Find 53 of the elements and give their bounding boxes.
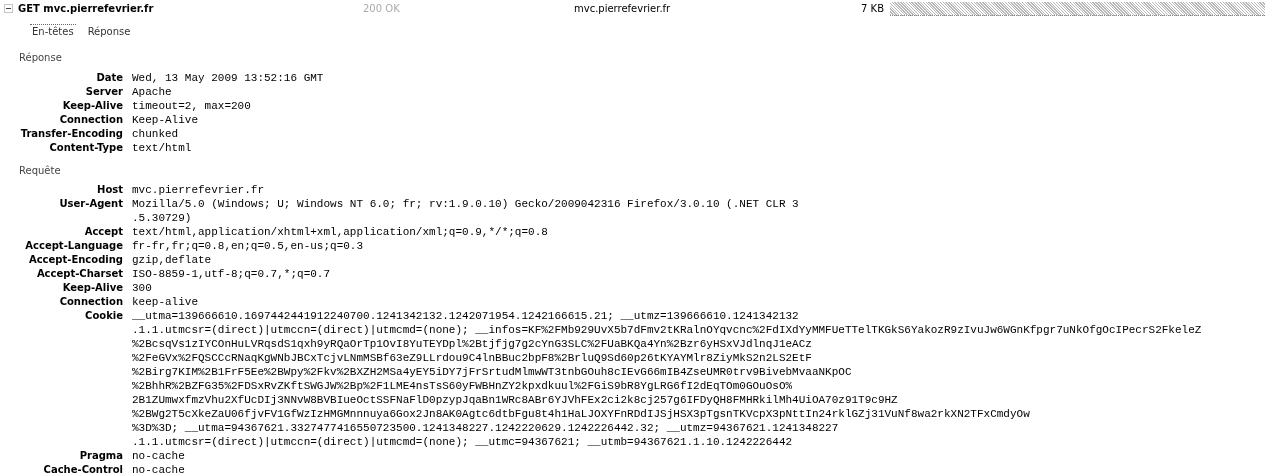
- header-name: Date: [95, 71, 123, 85]
- header-value: %2Birg7KIM%2B1FrF5Ee%2BWpy%2Fkv%2BXZH2MSa4yEY5iDY7jFrSrtudMlmwWT3tnbGOuh8cIEvG66mIB4ZseUMR0trv9BivebMvaaNKpOC: [132, 365, 853, 379]
- header-value: no-cache: [132, 463, 186, 475]
- header-name: Cache-Control: [42, 463, 123, 475]
- header-value: 2B1ZUmwxfmzVhu2XfUcDIj3NNvW8BVBIueOctSSFNaFlD0pzypJqaBn1WRc8ABr6YJVhFEx2ci2k8cj257g6IFDyQH8FMHRkilMh4UiOA70z91T9c9HZ: [132, 393, 899, 407]
- header-value: Apache: [132, 85, 173, 99]
- header-value: ISO-8859-1,utf-8;q=0.7,*;q=0.7: [132, 267, 332, 281]
- header-value: .5.30729): [132, 211, 193, 225]
- header-name: Connection: [58, 113, 123, 127]
- header-value: mvc.pierrefevrier.fr: [132, 183, 266, 197]
- header-name: Keep-Alive: [61, 281, 123, 295]
- header-value: text/html,application/xhtml+xml,application/xml;q=0.9,*/*;q=0.8: [132, 225, 549, 239]
- header-value: gzip,deflate: [132, 253, 213, 267]
- header-value: no-cache: [132, 449, 186, 463]
- header-name: Content-Type: [48, 141, 123, 155]
- header-value: __utma=139666610.1697442441912240700.1241342132.1242071954.1242166615.21; __utmz=139666610.1241342132: [132, 309, 800, 323]
- header-name: Server: [84, 85, 123, 99]
- header-value: .1.1.utmcsr=(direct)|utmccn=(direct)|utmcmd=(none); __utmc=94367621; __utmb=94367621.1.10.1242226442: [132, 435, 794, 449]
- header-value: %2BcsqVs1zIYCOnHuLVRqsdS1qxh9yRQaOrTp1OvI8YuTEYDpl%2Btjfjg7g2cYnG3SLC%2FUaBKQa4Yn%2Bzr6yHSxVJdlnqJ1eACz: [132, 337, 813, 351]
- section-title: Requête: [19, 164, 62, 178]
- header-value: Wed, 13 May 2009 13:52:16 GMT: [132, 71, 325, 85]
- request-url[interactable]: GET mvc.pierrefevrier.fr: [18, 3, 363, 14]
- header-value: Keep-Alive: [132, 113, 199, 127]
- size-text: 7 KB: [860, 3, 884, 14]
- header-value: %2FeGVx%2FQSCCcRNaqKgWNbJBCxTcjvLNmMSBf63eZ9LLrdou9C4lnBBuc2bpF8%2BrluQ9Sd60p26tKYAYMlr8ZiyMkS2n2LS2EtF: [132, 351, 813, 365]
- tab[interactable]: Réponse: [85, 24, 133, 40]
- toggle-icon[interactable]: [4, 4, 13, 13]
- header-value: 300: [132, 281, 153, 295]
- header-value: %3D%3D; __utma=94367621.3327477416550723500.1241348227.1242220629.1242226442.32; __utmz=94367621.1241348227: [132, 421, 840, 435]
- header-value: %2BWg2T5cXkeZaU06fjvFV1GfWzIzHMGMnnnuya6Gox2Jn8AK0Agtc6dtbFgu8t4h1HaLJOXYFnRDdIJSjHSX3pTgsnTKVcpX3pNttIn24rklGZj31VuNf8wa2rkXN2TFxCmdyOw: [132, 407, 1031, 421]
- header-name: User-Agent: [58, 197, 123, 211]
- domain-text: mvc.pierrefevrier.fr: [574, 3, 672, 14]
- header-value: %2BhhR%2BZFG35%2FDSxRvZKftSWGJW%2Bp%2F1LME4nsTsS60yFWBHnZY2kpxdkuul%2FGiS9bR8YgLRG6fI2dEqTOm0GOuOsO%: [132, 379, 794, 393]
- header-name: Keep-Alive: [61, 99, 123, 113]
- header-name: Accept-Language: [24, 239, 123, 253]
- section-title: Réponse: [19, 51, 63, 65]
- header-value: keep-alive: [132, 295, 199, 309]
- header-value: Mozilla/5.0 (Windows; U; Windows NT 6.0; fr; rv:1.9.0.10) Gecko/2009042316 Firefox/3.0.10 (.NET CLR 3: [132, 197, 800, 211]
- header-value: text/html: [132, 141, 193, 155]
- header-name: Accept: [83, 225, 123, 239]
- header-name: Pragma: [78, 449, 123, 463]
- header-value: timeout=2, max=200: [132, 99, 252, 113]
- header-value: chunked: [132, 127, 180, 141]
- tab[interactable]: En-têtes: [30, 24, 76, 40]
- header-value: .1.1.utmcsr=(direct)|utmccn=(direct)|utmcmd=(none); __infos=KF%2FMb929UvX5b7dFmv2tKRalnOYqvcnc%2FdIXdYyMMFUeTTelTKGkS6YakozR9zIvuJw6WGnKfpgr7uNkOfgOcIPecrS2FkeleZ: [132, 323, 1203, 337]
- header-value: fr-fr,fr;q=0.8,en;q=0.5,en-us;q=0.3: [132, 239, 365, 253]
- header-name: Host: [96, 183, 123, 197]
- header-name: Transfer-Encoding: [19, 127, 123, 141]
- header-name: Accept-Encoding: [27, 253, 123, 267]
- header-name: Connection: [58, 295, 123, 309]
- header-name: Accept-Charset: [35, 267, 123, 281]
- status-text: 200 OK: [363, 3, 401, 14]
- header-name: Cookie: [84, 309, 123, 323]
